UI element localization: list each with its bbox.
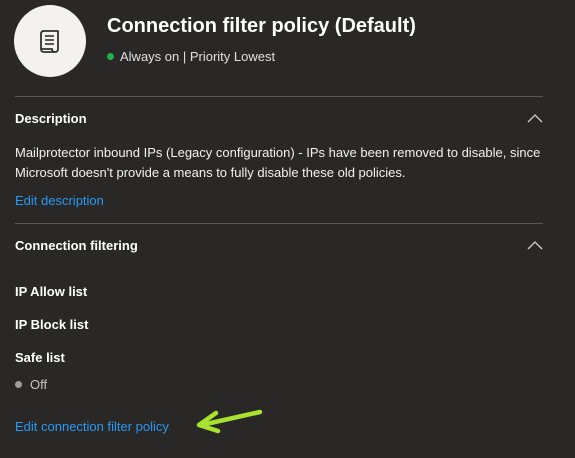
ip-allow-list-label: IP Allow list xyxy=(15,284,88,299)
safe-list-value: Off xyxy=(30,377,48,392)
policy-scroll-icon xyxy=(40,30,59,53)
divider xyxy=(15,96,543,97)
off-dot-icon xyxy=(15,381,22,388)
description-text: Mailprotector inbound IPs (Legacy config… xyxy=(15,145,541,180)
description-section-title: Description xyxy=(15,111,87,126)
policy-avatar xyxy=(14,5,86,77)
status-dot-icon xyxy=(107,53,114,60)
ip-block-list-label: IP Block list xyxy=(15,317,89,332)
safe-list-status: Off xyxy=(15,377,47,392)
policy-status: Always on | Priority Lowest xyxy=(107,49,275,64)
status-text: Always on | Priority Lowest xyxy=(120,49,276,64)
chevron-up-icon[interactable] xyxy=(527,239,543,251)
connection-filtering-section-title: Connection filtering xyxy=(15,238,138,253)
chevron-up-icon[interactable] xyxy=(527,112,543,124)
safe-list-label: Safe list xyxy=(15,350,65,365)
connection-filtering-section-header[interactable]: Connection filtering xyxy=(15,238,543,258)
divider xyxy=(15,223,543,224)
policy-header: Connection filter policy (Default) Alway… xyxy=(14,5,559,77)
description-section-header[interactable]: Description xyxy=(15,111,543,131)
page-title: Connection filter policy (Default) xyxy=(107,15,416,37)
annotation-arrow-icon xyxy=(196,409,263,434)
edit-connection-filter-policy-link[interactable]: Edit connection filter policy xyxy=(15,419,169,434)
edit-description-link[interactable]: Edit description xyxy=(15,193,104,208)
